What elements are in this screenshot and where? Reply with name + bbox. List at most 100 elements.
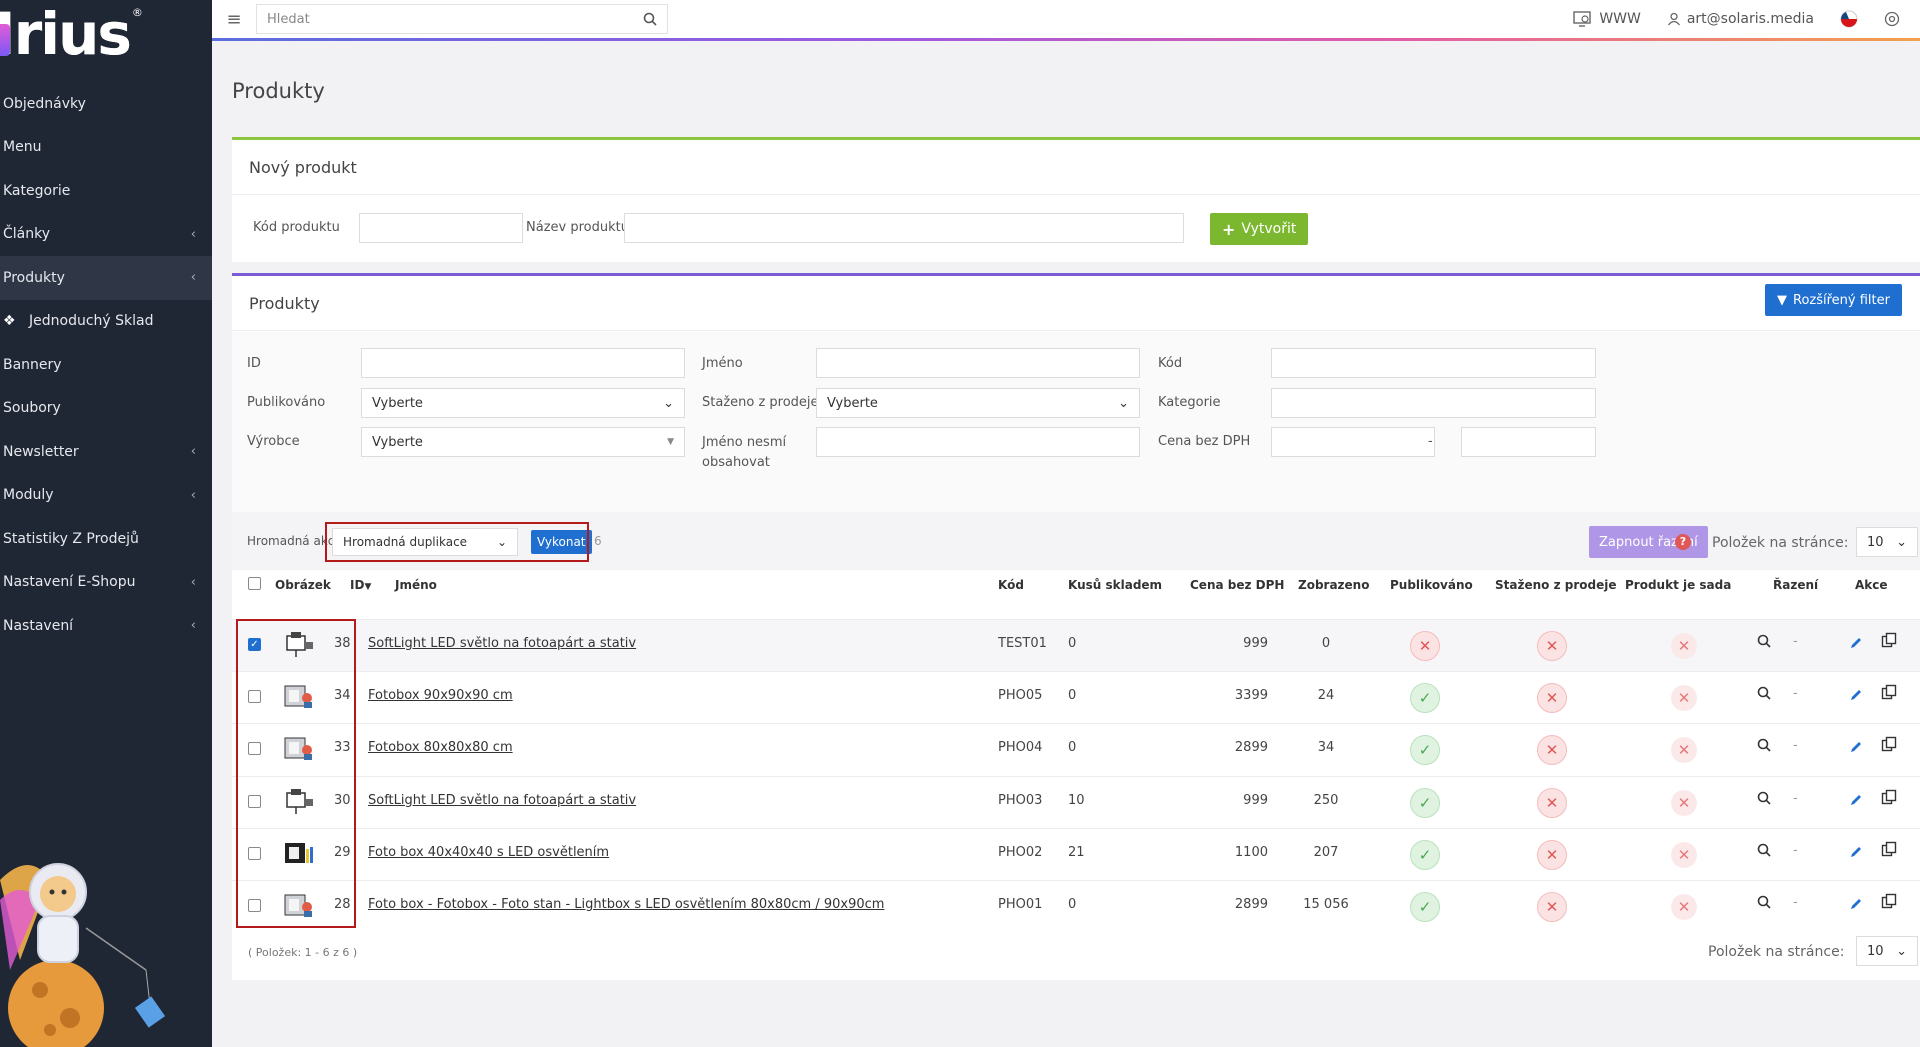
power-icon[interactable] bbox=[1884, 11, 1900, 27]
col-header-order[interactable]: Řazení bbox=[1773, 578, 1818, 592]
filter-withdrawn-select[interactable]: Vyberte ⌄ bbox=[816, 388, 1140, 418]
edit-pencil-icon[interactable] bbox=[1849, 636, 1863, 650]
col-header-published[interactable]: Publikováno bbox=[1390, 578, 1473, 592]
duplicate-copy-icon[interactable] bbox=[1881, 736, 1897, 752]
withdrawn-x-icon[interactable]: ✕ bbox=[1537, 839, 1567, 870]
row-product-name-link[interactable]: Foto box 40x40x40 s LED osvětlením bbox=[368, 845, 609, 860]
product-code-input[interactable] bbox=[359, 213, 523, 243]
filter-id-input[interactable] bbox=[361, 348, 685, 378]
sidebar-item-menu[interactable]: Menu bbox=[0, 126, 212, 170]
col-header-code[interactable]: Kód bbox=[998, 578, 1024, 592]
sidebar-item-jednoduchy-sklad[interactable]: ❖ Jednoduchý Sklad bbox=[0, 300, 212, 344]
withdrawn-x-icon[interactable]: ✕ bbox=[1537, 631, 1567, 661]
published-check-icon[interactable]: ✓ bbox=[1410, 735, 1440, 766]
filter-name-exclude-input[interactable] bbox=[816, 427, 1140, 457]
sidebar-item-moduly[interactable]: Moduly ‹ bbox=[0, 474, 212, 518]
table-row[interactable]: 33 Fotobox 80x80x80 cm PHO04 0 2899 34 ✓ ✕ ✕ - bbox=[232, 723, 1920, 775]
edit-pencil-icon[interactable] bbox=[1849, 845, 1863, 859]
preview-search-icon[interactable] bbox=[1757, 634, 1771, 648]
col-header-is-set[interactable]: Produkt je sada bbox=[1625, 578, 1731, 592]
filter-category-input[interactable] bbox=[1271, 388, 1596, 418]
filter-price-to-input[interactable] bbox=[1461, 427, 1596, 457]
is-set-x-icon[interactable]: ✕ bbox=[1671, 685, 1697, 712]
advanced-filter-button[interactable]: ▼ Rozšířený filter bbox=[1765, 284, 1902, 316]
select-all-checkbox[interactable] bbox=[248, 577, 261, 590]
sidebar-item-soubory[interactable]: Soubory bbox=[0, 387, 212, 431]
product-name-input[interactable] bbox=[624, 213, 1184, 243]
table-row[interactable]: 34 Fotobox 90x90x90 cm PHO05 0 3399 24 ✓ ✕ ✕ - bbox=[232, 671, 1920, 723]
row-product-name-link[interactable]: Fotobox 90x90x90 cm bbox=[368, 688, 513, 703]
is-set-x-icon[interactable]: ✕ bbox=[1671, 737, 1697, 764]
preview-search-icon[interactable] bbox=[1757, 895, 1771, 909]
logo[interactable]: Irius ® bbox=[0, 0, 212, 68]
col-header-stock[interactable]: Kusů skladem bbox=[1068, 578, 1162, 592]
sidebar-item-nastaveni[interactable]: Nastavení ‹ bbox=[0, 604, 212, 648]
table-row[interactable]: ✓ 38 SoftLight LED světlo na fotoapárt a s… bbox=[232, 619, 1920, 671]
search-icon[interactable] bbox=[643, 12, 657, 26]
table-row[interactable]: 28 Foto box - Fotobox - Foto stan - Light… bbox=[232, 880, 1920, 932]
col-header-name[interactable]: Jméno bbox=[395, 578, 437, 592]
table-row[interactable]: 30 SoftLight LED světlo na fotoapárt a st… bbox=[232, 775, 1920, 828]
unpublished-x-icon[interactable]: ✕ bbox=[1410, 631, 1440, 661]
sidebar-item-bannery[interactable]: Bannery bbox=[0, 343, 212, 387]
sidebar-item-kategorie[interactable]: Kategorie bbox=[0, 169, 212, 213]
col-header-price[interactable]: Cena bez DPH bbox=[1190, 578, 1284, 592]
table-row[interactable]: 29 Foto box 40x40x40 s LED osvětlením PHO0… bbox=[232, 827, 1920, 880]
edit-pencil-icon[interactable] bbox=[1849, 688, 1863, 702]
row-product-name-link[interactable]: SoftLight LED světlo na fotoapárt a stat… bbox=[368, 793, 636, 808]
sidebar-item-newsletter[interactable]: Newsletter ‹ bbox=[0, 430, 212, 474]
row-product-name-link[interactable]: SoftLight LED světlo na fotoapárt a stat… bbox=[368, 636, 636, 651]
language-flag-icon[interactable] bbox=[1840, 10, 1858, 28]
sidebar-item-clanky[interactable]: Články ‹ bbox=[0, 213, 212, 257]
sidebar-item-objednavky[interactable]: Objednávky bbox=[0, 82, 212, 126]
preview-search-icon[interactable] bbox=[1757, 686, 1771, 700]
sidebar-item-produkty[interactable]: Produkty ‹ bbox=[0, 256, 212, 300]
withdrawn-x-icon[interactable]: ✕ bbox=[1537, 683, 1567, 714]
user-menu[interactable]: art@solaris.media bbox=[1667, 11, 1814, 27]
preview-search-icon[interactable] bbox=[1757, 791, 1771, 805]
create-product-button[interactable]: + Vytvořit bbox=[1210, 213, 1309, 245]
row-product-name-link[interactable]: Fotobox 80x80x80 cm bbox=[368, 740, 513, 755]
edit-pencil-icon[interactable] bbox=[1849, 897, 1863, 911]
search-input[interactable]: Hledat bbox=[256, 4, 668, 34]
preview-search-icon[interactable] bbox=[1757, 738, 1771, 752]
per-page-select[interactable]: 10 ⌄ bbox=[1856, 527, 1918, 557]
col-header-withdrawn[interactable]: Staženo z prodeje bbox=[1495, 578, 1616, 592]
filter-published-select[interactable]: Vyberte ⌄ bbox=[361, 388, 685, 418]
help-icon[interactable]: ? bbox=[1675, 534, 1691, 550]
duplicate-copy-icon[interactable] bbox=[1881, 789, 1897, 805]
preview-search-icon[interactable] bbox=[1757, 843, 1771, 857]
duplicate-copy-icon[interactable] bbox=[1881, 632, 1897, 648]
hamburger-menu-icon[interactable]: ≡ bbox=[212, 9, 256, 30]
is-set-x-icon[interactable]: ✕ bbox=[1671, 633, 1697, 659]
filter-price-from-input[interactable] bbox=[1271, 427, 1435, 457]
published-check-icon[interactable]: ✓ bbox=[1410, 839, 1440, 870]
is-set-x-icon[interactable]: ✕ bbox=[1671, 789, 1697, 816]
published-check-icon[interactable]: ✓ bbox=[1410, 787, 1440, 818]
filter-manufacturer-select[interactable]: Vyberte ▼ bbox=[361, 427, 685, 457]
edit-pencil-icon[interactable] bbox=[1849, 793, 1863, 807]
duplicate-copy-icon[interactable] bbox=[1881, 841, 1897, 857]
is-set-x-icon[interactable]: ✕ bbox=[1671, 841, 1697, 868]
withdrawn-x-icon[interactable]: ✕ bbox=[1537, 735, 1567, 766]
sidebar-item-statistiky[interactable]: Statistiky Z Prodejů bbox=[0, 517, 212, 561]
duplicate-copy-icon[interactable] bbox=[1881, 893, 1897, 909]
sidebar-item-nastaveni-eshopu[interactable]: Nastavení E-Shopu ‹ bbox=[0, 561, 212, 605]
col-header-views[interactable]: Zobrazeno bbox=[1298, 578, 1369, 592]
footer-per-page-select[interactable]: 10 ⌄ bbox=[1856, 936, 1918, 966]
withdrawn-x-icon[interactable]: ✕ bbox=[1537, 787, 1567, 818]
filter-name-input[interactable] bbox=[816, 348, 1140, 378]
withdrawn-x-icon[interactable]: ✕ bbox=[1537, 892, 1567, 922]
row-order: - bbox=[1793, 634, 1798, 649]
highlight-box-checkboxes bbox=[236, 619, 356, 928]
filter-code-input[interactable] bbox=[1271, 348, 1596, 378]
published-check-icon[interactable]: ✓ bbox=[1410, 683, 1440, 714]
sidebar-item-label: Bannery bbox=[3, 356, 62, 373]
row-product-name-link[interactable]: Foto box - Fotobox - Foto stan - Lightbo… bbox=[368, 897, 884, 912]
col-header-id[interactable]: ID▼ bbox=[350, 578, 371, 592]
published-check-icon[interactable]: ✓ bbox=[1410, 892, 1440, 922]
www-link[interactable]: WWW bbox=[1573, 11, 1641, 27]
is-set-x-icon[interactable]: ✕ bbox=[1671, 894, 1697, 920]
duplicate-copy-icon[interactable] bbox=[1881, 684, 1897, 700]
edit-pencil-icon[interactable] bbox=[1849, 740, 1863, 754]
